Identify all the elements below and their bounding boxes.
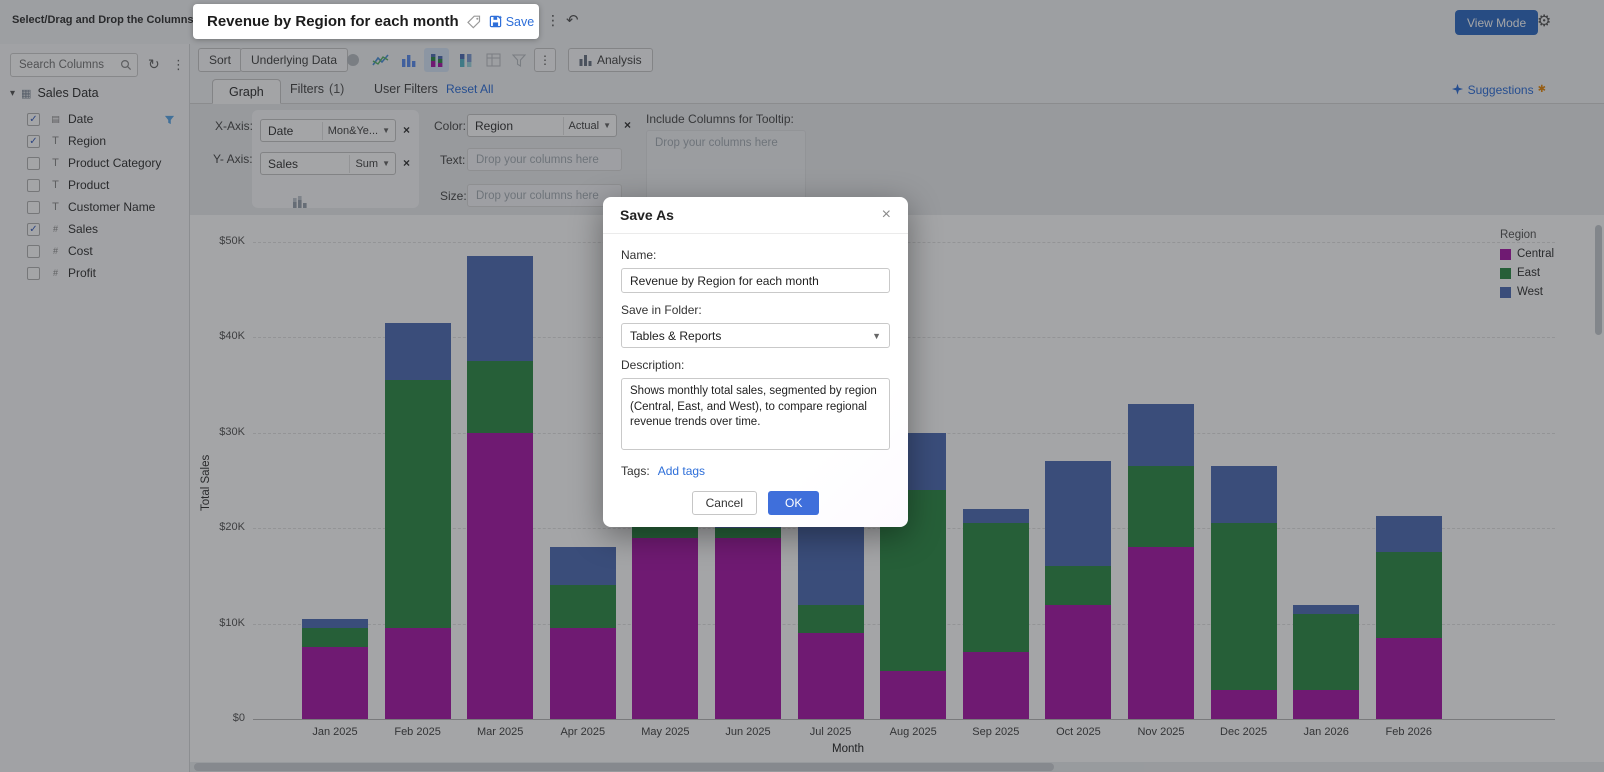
save-button[interactable]: Save — [489, 15, 535, 29]
report-title: Revenue by Region for each month — [207, 13, 459, 30]
folder-label: Save in Folder: — [621, 303, 890, 317]
close-icon[interactable]: × — [882, 207, 891, 223]
save-as-dialog: Save As × Name: Save in Folder: Tables &… — [603, 197, 908, 527]
add-tags-link[interactable]: Add tags — [658, 464, 705, 478]
name-input[interactable] — [621, 268, 890, 293]
save-label: Save — [506, 15, 535, 29]
dialog-header: Save As × — [603, 197, 908, 234]
report-title-bar: Revenue by Region for each month Save — [193, 4, 539, 39]
folder-value: Tables & Reports — [630, 329, 872, 343]
tags-label: Tags: — [621, 464, 650, 478]
description-label: Description: — [621, 358, 890, 372]
dialog-title: Save As — [620, 207, 882, 223]
description-textarea[interactable]: Shows monthly total sales, segmented by … — [621, 378, 890, 450]
tag-icon[interactable] — [467, 15, 481, 29]
name-label: Name: — [621, 248, 890, 262]
chevron-down-icon: ▼ — [872, 331, 881, 341]
ok-button[interactable]: OK — [768, 491, 819, 515]
folder-select[interactable]: Tables & Reports ▼ — [621, 323, 890, 348]
save-icon — [489, 15, 502, 28]
cancel-button[interactable]: Cancel — [692, 491, 757, 515]
